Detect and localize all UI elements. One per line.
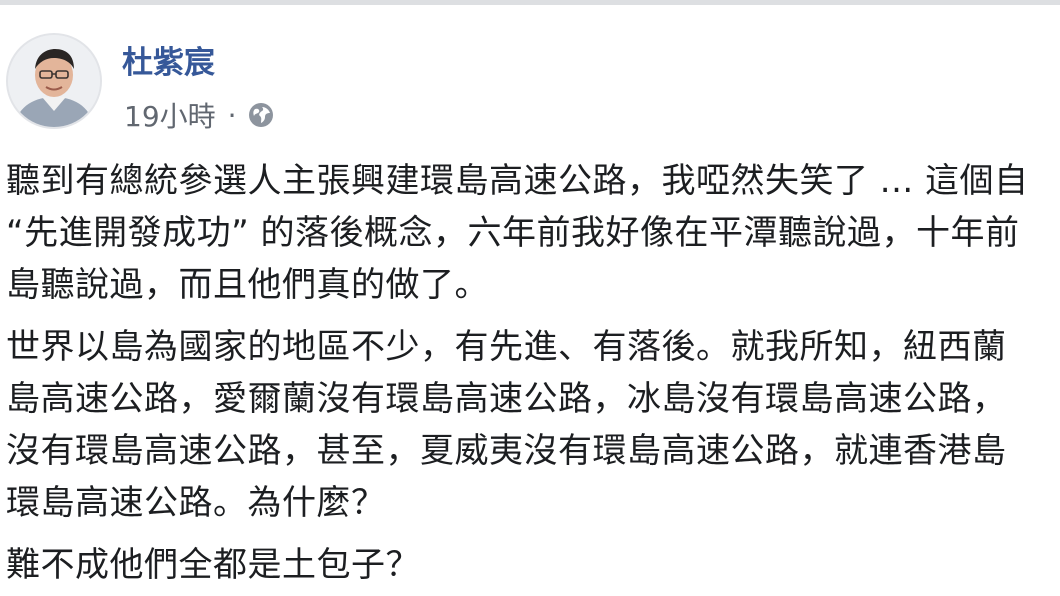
post-paragraph-3: 難不成他們全都是土包子？ [6,539,1060,591]
post-body: 聽到有總統參選人主張興建環島高速公路，我啞然失笑了 ... 這個自 “先進開發成… [6,155,1060,596]
text-line: 島聽說過，而且他們真的做了。 [6,265,489,305]
avatar-portrait-icon [8,35,100,127]
post-timestamp-link[interactable]: 19小時 [124,95,216,135]
post-paragraph-1: 聽到有總統參選人主張興建環島高速公路，我啞然失笑了 ... 這個自 “先進開發成… [6,155,1060,311]
avatar[interactable] [6,33,102,129]
text-line: 難不成他們全都是土包子？ [6,545,420,585]
post-paragraph-2: 世界以島為國家的地區不少，有先進、有落後。就我所知，紐西蘭 島高速公路，愛爾蘭沒… [6,321,1060,529]
post-meta: 19小時 · [124,95,275,135]
author-name-link[interactable]: 杜紫宸 [122,37,215,82]
facebook-post: 杜紫宸 19小時 · 聽到有總統參選人主張興建環島高速公路，我啞然失笑了 ...… [0,5,1060,596]
text-line: 島高速公路，愛爾蘭沒有環島高速公路，冰島沒有環島高速公路， [6,379,1007,419]
meta-separator: · [227,98,237,132]
text-line: “先進開發成功” 的落後概念，六年前我好像在平潭聽說過，十年前 [6,213,1020,253]
text-line: 聽到有總統參選人主張興建環島高速公路，我啞然失笑了 ... 這個自 [6,161,1029,201]
text-line: 沒有環島高速公路，甚至，夏威夷沒有環島高速公路，就連香港島 [6,431,1007,471]
globe-icon[interactable] [247,101,275,129]
text-line: 世界以島為國家的地區不少，有先進、有落後。就我所知，紐西蘭 [6,327,1007,367]
text-line: 環島高速公路。為什麼？ [6,483,386,523]
